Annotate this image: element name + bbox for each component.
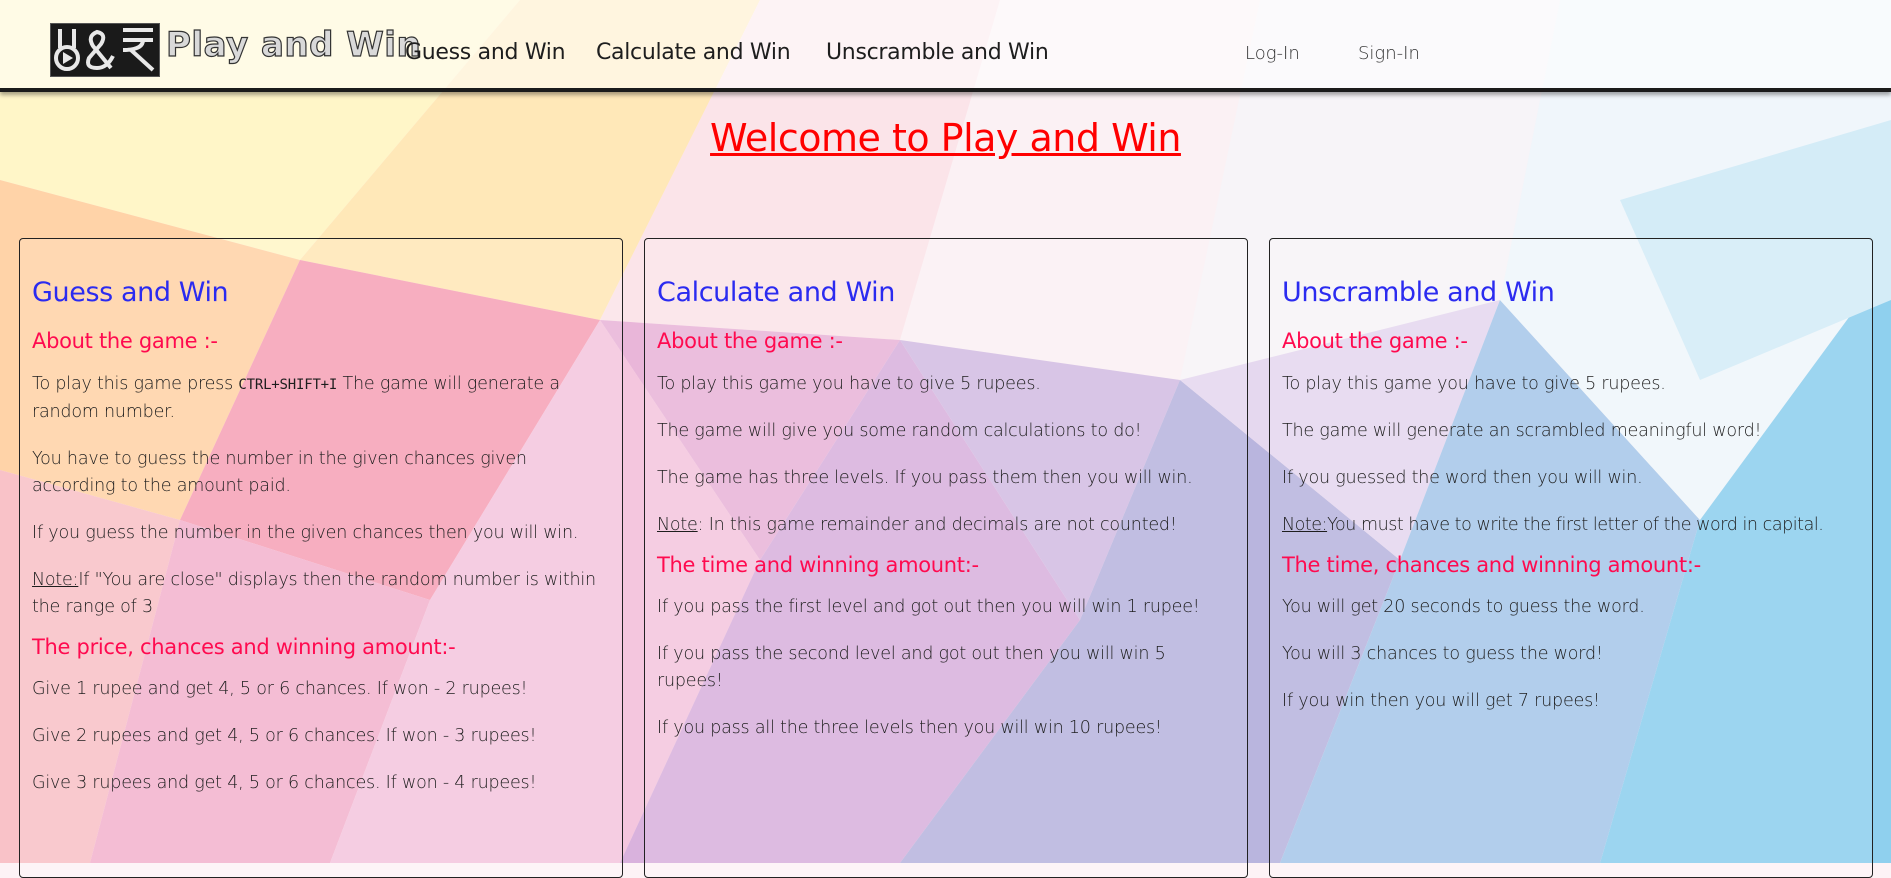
about-heading: About the game :- [657,329,843,354]
calculate-and-win-card: Calculate and Win About the game :- To p… [644,238,1248,878]
card-note: Note:If "You are close" displays then th… [32,569,596,617]
list-item: You will get 20 seconds to guess the wor… [1282,596,1645,617]
logo-icon[interactable] [50,23,160,77]
prize-heading: The time and winning amount:- [657,552,979,577]
list-item: If you pass the second level and got out… [657,643,1166,691]
card-paragraph: The game will generate an scrambled mean… [1282,420,1762,441]
card-paragraph: If you guess the number in the given cha… [32,522,579,543]
list-item: Give 1 rupee and get 4, 5 or 6 chances. … [32,678,528,699]
guess-and-win-card: Guess and Win About the game :- To play … [19,238,623,878]
note-label: Note: [1282,514,1328,535]
card-paragraph: To play this game press CTRL+SHIFT+I The… [32,373,560,422]
navbar: Play and Win Guess and Win Calculate and… [0,0,1891,92]
list-item: You will 3 chances to guess the word! [1282,643,1603,664]
login-link[interactable]: Log-In [1245,45,1300,63]
card-paragraph: To play this game you have to give 5 rup… [1282,373,1666,394]
about-heading: About the game :- [32,329,218,354]
card-paragraph: If you guessed the word then you will wi… [1282,467,1643,488]
list-item: Give 2 rupees and get 4, 5 or 6 chances.… [32,725,537,746]
page-title: Welcome to Play and Win [710,116,1181,160]
note-label: Note: [32,569,79,590]
nav-guess-and-win[interactable]: Guess and Win [405,42,566,64]
card-title: Calculate and Win [657,277,895,308]
logo-text[interactable]: Play and Win [165,27,421,62]
nav-calculate-and-win[interactable]: Calculate and Win [596,42,791,64]
keyboard-shortcut: CTRL+SHIFT+I [238,376,338,393]
prize-heading: The time, chances and winning amount:- [1282,552,1701,577]
card-paragraph: The game has three levels. If you pass t… [657,467,1193,488]
card-note: Note:You must have to write the first le… [1282,514,1824,535]
card-title: Guess and Win [32,277,229,308]
list-item: If you win then you will get 7 rupees! [1282,690,1600,711]
list-item: Give 3 rupees and get 4, 5 or 6 chances.… [32,772,537,793]
list-item: If you pass the first level and got out … [657,596,1200,617]
card-paragraph: You have to guess the number in the give… [32,448,527,496]
nav-unscramble-and-win[interactable]: Unscramble and Win [826,42,1049,64]
note-label: Note [657,514,698,535]
signin-link[interactable]: Sign-In [1358,45,1420,63]
card-paragraph: To play this game you have to give 5 rup… [657,373,1041,394]
card-paragraph: The game will give you some random calcu… [657,420,1142,441]
card-note: Note: In this game remainder and decimal… [657,514,1177,535]
list-item: If you pass all the three levels then yo… [657,717,1162,738]
prize-heading: The price, chances and winning amount:- [32,634,456,659]
card-title: Unscramble and Win [1282,277,1555,308]
unscramble-and-win-card: Unscramble and Win About the game :- To … [1269,238,1873,878]
about-heading: About the game :- [1282,329,1468,354]
